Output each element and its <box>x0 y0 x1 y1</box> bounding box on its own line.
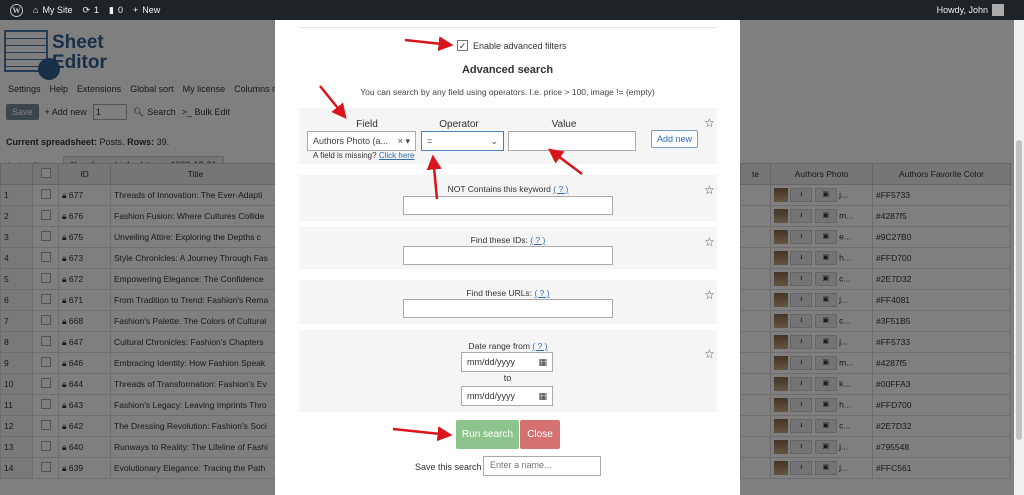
field-label: Field <box>356 119 378 130</box>
run-search-button[interactable]: Run search <box>456 420 519 449</box>
not-contains-text: NOT Contains this keyword <box>447 184 551 194</box>
account-menu[interactable]: Howdy, John <box>937 0 1004 20</box>
home-icon: ⌂ <box>33 5 39 15</box>
save-search-label: Save this search <box>415 462 482 472</box>
find-ids-text: Find these IDs: <box>470 235 528 245</box>
updates-count: 1 <box>94 5 100 15</box>
not-contains-input[interactable] <box>403 196 613 215</box>
find-ids-panel: Find these IDs: ( ? ) <box>299 227 717 269</box>
find-urls-text: Find these URLs: <box>466 288 533 298</box>
help-link[interactable]: ( ? ) <box>532 341 547 351</box>
date-from-input[interactable]: mm/dd/yyyy ▦ <box>461 352 553 372</box>
chevron-down-icon: ⌄ <box>490 135 498 146</box>
enable-advanced-filters[interactable]: ✓ Enable advanced filters <box>457 40 567 51</box>
advanced-search-title: Advanced search <box>461 64 554 76</box>
date-range-label: Date range from ( ? ) <box>299 341 717 351</box>
favorite-star-icon[interactable]: ☆ <box>704 347 715 361</box>
not-contains-label: NOT Contains this keyword ( ? ) <box>299 184 717 194</box>
value-label: Value <box>551 119 577 130</box>
operator-select[interactable]: = ⌄ <box>421 131 504 151</box>
value-input[interactable] <box>508 131 636 151</box>
comments-count: 0 <box>117 5 123 15</box>
favorite-star-icon[interactable]: ☆ <box>704 116 715 130</box>
admin-bar: W ⌂ My Site ⟳ 1 ▮ 0 + New Howdy, John <box>0 0 1024 20</box>
wordpress-icon: W <box>10 3 23 17</box>
help-link[interactable]: ( ? ) <box>534 288 549 298</box>
field-filter-panel: Field Operator Value Authors Photo (a...… <box>299 108 717 164</box>
missing-field-text: A field is missing? <box>313 151 377 160</box>
favorite-star-icon[interactable]: ☆ <box>704 288 715 302</box>
modal-top-divider <box>299 20 717 28</box>
site-link[interactable]: ⌂ My Site <box>33 5 72 15</box>
date-to-input[interactable]: mm/dd/yyyy ▦ <box>461 386 553 406</box>
updates-link[interactable]: ⟳ 1 <box>82 5 99 16</box>
operator-select-value: = <box>427 136 433 146</box>
wordpress-logo[interactable]: W <box>10 3 23 17</box>
find-urls-label: Find these URLs: ( ? ) <box>299 288 717 298</box>
calendar-icon[interactable]: ▦ <box>538 357 547 368</box>
page-scrollbar[interactable] <box>1014 20 1024 495</box>
new-label: New <box>142 5 161 15</box>
howdy-text: Howdy, John <box>936 5 988 15</box>
favorite-star-icon[interactable]: ☆ <box>704 235 715 249</box>
click-here-link[interactable]: Click here <box>379 151 415 160</box>
find-urls-textarea[interactable] <box>403 299 613 318</box>
operator-label: Operator <box>439 119 479 130</box>
advanced-search-description: You can search by any field using operat… <box>360 87 655 97</box>
add-new-filter-button[interactable]: Add new <box>651 130 698 148</box>
date-range-text: Date range from <box>468 341 530 351</box>
site-name: My Site <box>42 5 73 15</box>
new-content-link[interactable]: + New <box>133 5 160 15</box>
plus-icon: + <box>132 5 139 15</box>
advanced-search-modal: ✓ Enable advanced filters Advanced searc… <box>275 20 740 495</box>
enable-advanced-checkbox[interactable]: ✓ <box>457 40 468 51</box>
refresh-icon: ⟳ <box>82 4 90 15</box>
field-select-value: Authors Photo (a... <box>313 136 389 146</box>
date-to-label: to <box>503 373 512 383</box>
comment-icon: ▮ <box>109 4 114 15</box>
enable-advanced-label: Enable advanced filters <box>473 40 567 51</box>
favorite-star-icon[interactable]: ☆ <box>704 183 715 197</box>
clear-x-icon[interactable]: × ▾ <box>398 136 410 147</box>
date-to-placeholder: mm/dd/yyyy <box>467 391 516 401</box>
date-from-placeholder: mm/dd/yyyy <box>467 357 516 367</box>
close-button[interactable]: Close <box>520 420 560 449</box>
avatar <box>992 4 1004 16</box>
comments-link[interactable]: ▮ 0 <box>109 5 123 16</box>
save-search-name-input[interactable]: Enter a name... <box>483 456 601 476</box>
missing-field-help: A field is missing? Click here <box>313 151 414 160</box>
calendar-icon[interactable]: ▦ <box>538 391 547 402</box>
find-ids-textarea[interactable] <box>403 246 613 265</box>
scrollbar-thumb[interactable] <box>1016 140 1022 440</box>
help-link[interactable]: ( ? ) <box>553 184 568 194</box>
help-link[interactable]: ( ? ) <box>530 235 545 245</box>
field-select[interactable]: Authors Photo (a... × ▾ <box>307 131 416 151</box>
not-contains-panel: NOT Contains this keyword ( ? ) <box>299 175 717 221</box>
find-ids-label: Find these IDs: ( ? ) <box>299 235 717 245</box>
find-urls-panel: Find these URLs: ( ? ) <box>299 280 717 324</box>
